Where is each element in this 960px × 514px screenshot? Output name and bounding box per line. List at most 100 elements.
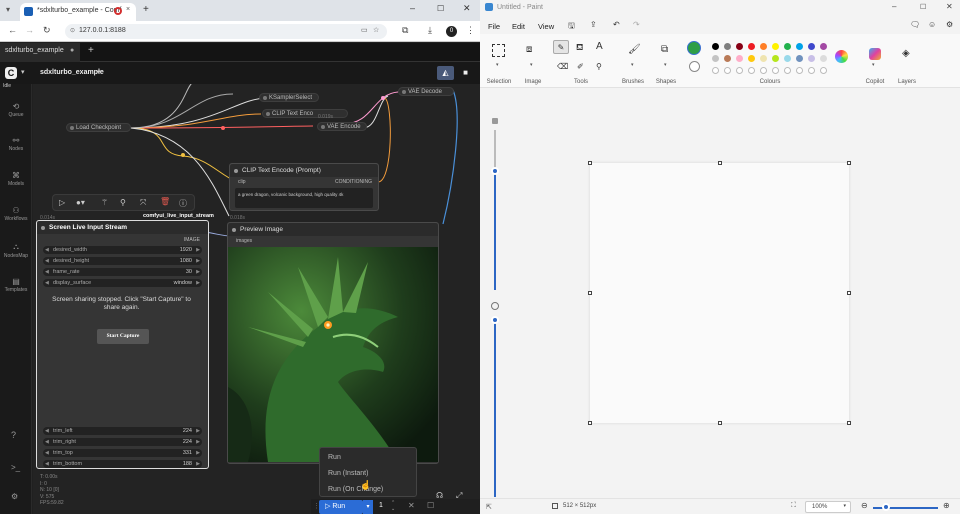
run-menu-item-instant[interactable]: Run (Instant)	[328, 470, 368, 477]
run-menu-item-run[interactable]: Run	[328, 454, 341, 461]
redo-icon[interactable]: ↷	[633, 20, 640, 29]
widget-trim-bottom[interactable]: trim_bottom188	[43, 460, 202, 468]
sidebar-item-workflows[interactable]: ⚇ Workflows	[0, 206, 32, 222]
sidebar-item-nodesmap[interactable]: ⛬ NodesMap	[0, 242, 32, 259]
empty-swatch[interactable]	[796, 67, 803, 74]
widget-trim-top[interactable]: trim_top331	[43, 449, 202, 457]
node-screen-live-input-stream[interactable]: Screen Live Input Stream IMAGE desired_w…	[36, 220, 209, 469]
palette-swatch[interactable]	[748, 43, 755, 50]
forward-icon[interactable]: →	[25, 25, 34, 35]
zoom-slider-thumb[interactable]	[882, 503, 890, 511]
convert-subgraph-icon[interactable]: ⤧	[140, 198, 146, 208]
palette-swatch[interactable]	[736, 55, 743, 62]
pin-icon[interactable]: ⚲	[120, 198, 126, 207]
eraser-icon[interactable]: ⌫	[557, 62, 568, 71]
paint-close-icon[interactable]: ✕	[946, 2, 953, 11]
batch-count-stepper[interactable]: ⌃ ⌄	[391, 500, 395, 512]
resize-handle[interactable]	[588, 421, 592, 425]
browser-tab[interactable]: *sdxlturbo_example - Comf ×	[20, 3, 136, 21]
copilot-icon[interactable]	[869, 48, 881, 60]
pencil-icon[interactable]: ✎	[553, 40, 569, 54]
input-slot-images[interactable]: images	[236, 238, 252, 244]
resize-handle[interactable]	[847, 291, 851, 295]
help-icon[interactable]: ?	[11, 430, 16, 440]
text-icon[interactable]: A	[596, 41, 603, 52]
palette-swatch[interactable]	[736, 43, 743, 50]
palette-swatch[interactable]	[724, 43, 731, 50]
brushes-icon[interactable]: 🖌	[628, 44, 641, 55]
output-slot-conditioning[interactable]: CONDITIONING	[335, 179, 372, 185]
palette-swatch[interactable]	[712, 43, 719, 50]
widget-trim-right[interactable]: trim_right224	[43, 438, 202, 446]
run-mode-dropdown-icon[interactable]: ▾	[363, 500, 373, 514]
color-picker-icon[interactable]: ●▾	[76, 198, 85, 207]
sidebar-item-queue[interactable]: ⟲ Queue	[0, 102, 32, 118]
empty-swatch[interactable]	[772, 67, 779, 74]
widget-desired-height[interactable]: desired_height1080	[43, 257, 202, 265]
reload-icon[interactable]: ↻	[43, 25, 51, 36]
primary-color-swatch[interactable]	[687, 41, 701, 55]
browser-menu-icon[interactable]: ⋮	[466, 25, 475, 36]
workflow-menu-chevron-icon[interactable]: ▾	[97, 68, 101, 76]
palette-swatch[interactable]	[772, 43, 779, 50]
secondary-color-swatch[interactable]	[689, 61, 700, 72]
palette-swatch[interactable]	[784, 43, 791, 50]
undo-icon[interactable]: ↶	[613, 20, 620, 29]
resize-handle[interactable]	[847, 161, 851, 165]
menu-file[interactable]: File	[488, 22, 500, 31]
empty-swatch[interactable]	[748, 67, 755, 74]
size-slider-thumb[interactable]	[491, 167, 499, 175]
palette-swatch[interactable]	[796, 43, 803, 50]
node-preview-image[interactable]: Preview Image images	[227, 222, 439, 464]
terminal-icon[interactable]: >_	[11, 463, 20, 472]
sidebar-item-templates[interactable]: ▤ Templates	[0, 277, 32, 293]
run-menu-item-on-change[interactable]: Run (On Change)	[328, 486, 383, 493]
close-tab-icon[interactable]: ●	[70, 47, 74, 54]
zoom-in-icon[interactable]: ⊕	[943, 501, 950, 510]
menu-edit[interactable]: Edit	[512, 22, 525, 31]
palette-swatch[interactable]	[820, 43, 827, 50]
shapes-chevron-icon[interactable]: ▾	[664, 62, 667, 68]
bottom-panel-toggle-icon[interactable]: ◭	[437, 66, 454, 80]
widget-display-surface[interactable]: display_surfacewindow	[43, 279, 202, 287]
empty-swatch[interactable]	[760, 67, 767, 74]
crop-icon[interactable]: ⧈	[526, 44, 532, 55]
shapes-icon[interactable]: ⧉	[661, 44, 668, 55]
cancel-run-icon[interactable]: ✕	[408, 501, 415, 510]
new-tab-button[interactable]: +	[143, 4, 149, 15]
minimize-icon[interactable]: –	[410, 3, 415, 13]
profile-avatar[interactable]: 0	[446, 26, 457, 37]
focus-mode-icon[interactable]: ■	[458, 66, 473, 80]
edit-colours-icon[interactable]	[835, 50, 848, 63]
bypass-play-icon[interactable]: ▷	[59, 198, 65, 207]
workflow-name[interactable]: sdxlturbo_example	[40, 69, 104, 76]
output-slot-image[interactable]: IMAGE	[184, 237, 200, 243]
sidebar-item-nodes[interactable]: ⚯ Nodes	[0, 136, 32, 152]
zoom-select[interactable]: 100% ▾	[805, 501, 851, 513]
prompt-textarea[interactable]: a green dragon, volcanic background, hig…	[235, 188, 373, 208]
tab-close-icon[interactable]: ×	[126, 6, 130, 13]
resize-handle[interactable]	[847, 421, 851, 425]
info-icon[interactable]: ⓘ	[179, 198, 187, 209]
account-icon[interactable]: ☺	[928, 20, 936, 29]
back-icon[interactable]: ←	[8, 25, 17, 35]
palette-swatch[interactable]	[760, 43, 767, 50]
site-info-icon[interactable]: ⊙	[70, 27, 75, 34]
settings-icon[interactable]: ⚙	[11, 492, 18, 501]
color-picker-tool-icon[interactable]: ✐	[577, 62, 584, 71]
run-button[interactable]: ▷ Run	[319, 500, 363, 514]
drawing-canvas[interactable]	[590, 163, 849, 423]
paint-settings-icon[interactable]: ⚙	[946, 20, 953, 29]
start-capture-button[interactable]: Start Capture	[97, 329, 149, 344]
cast-icon[interactable]: ▭	[361, 26, 368, 34]
empty-swatch[interactable]	[784, 67, 791, 74]
palette-swatch[interactable]	[712, 55, 719, 62]
fill-icon[interactable]: ⛾	[576, 42, 583, 54]
resize-handle[interactable]	[718, 161, 722, 165]
resize-handle[interactable]	[718, 421, 722, 425]
palette-swatch[interactable]	[748, 55, 755, 62]
extensions-icon[interactable]: ⧉	[402, 25, 408, 36]
layers-icon[interactable]: ◈	[902, 48, 910, 59]
resize-handle[interactable]	[588, 291, 592, 295]
comfy-logo-icon[interactable]: C	[5, 67, 17, 79]
